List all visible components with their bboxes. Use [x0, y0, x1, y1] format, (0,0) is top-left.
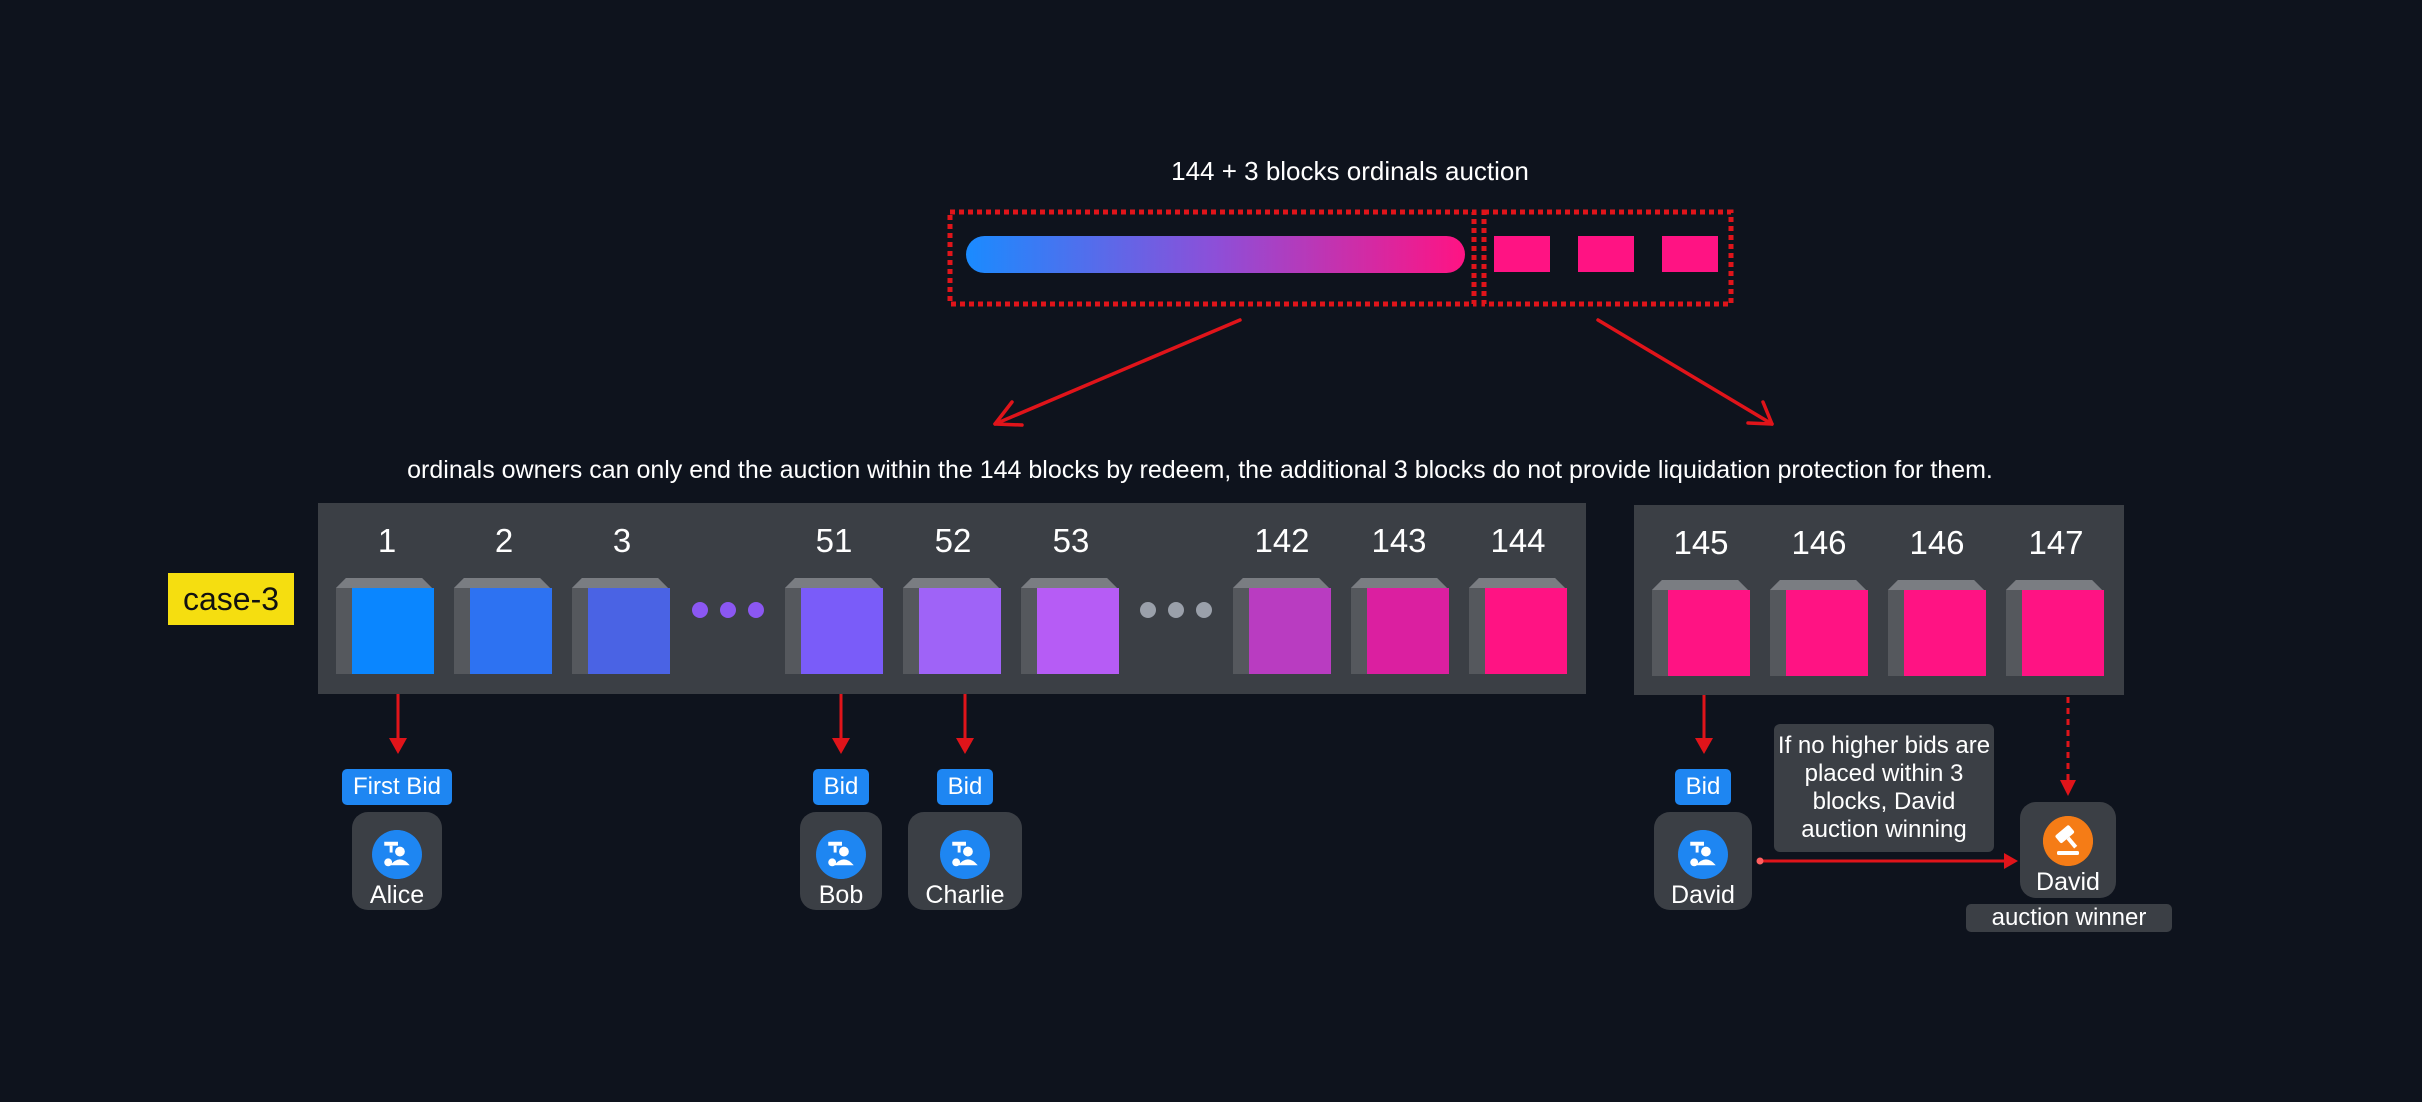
user-card-david: David	[1654, 812, 1752, 910]
overview-144-box	[947, 209, 1477, 307]
gavel-icon	[2043, 816, 2093, 866]
block-cube	[572, 578, 670, 674]
block-cube	[2006, 580, 2104, 676]
block-number: 142	[1254, 522, 1310, 559]
user-card-alice: Alice	[352, 812, 442, 910]
first-bid-tag: First Bid	[342, 769, 452, 805]
user-card-charlie: Charlie	[908, 812, 1022, 910]
user-name: David	[1671, 881, 1735, 909]
ellipsis-dot	[692, 602, 708, 618]
block-number: 3	[612, 522, 632, 559]
block-cube	[785, 578, 883, 674]
ellipsis-dot	[748, 602, 764, 618]
right-arrow	[1596, 318, 1774, 426]
winning-condition-note: If no higher bids are placed within 3 bl…	[1774, 724, 1994, 852]
ellipsis-dot	[1140, 602, 1156, 618]
left-arrow	[993, 318, 1242, 426]
block-cube	[1469, 578, 1567, 674]
case-badge: case-3	[168, 573, 294, 625]
ellipsis-dot	[720, 602, 736, 618]
block-number: 144	[1490, 522, 1546, 559]
block-cube	[1652, 580, 1750, 676]
user-icon	[372, 830, 422, 879]
user-icon	[816, 830, 866, 879]
bid-tag-david: Bid	[1675, 769, 1731, 805]
winner-name: David	[2036, 868, 2100, 896]
block-number: 52	[934, 522, 972, 559]
block-number: 145	[1673, 524, 1729, 561]
user-name: Alice	[369, 881, 425, 909]
user-name: Bob	[818, 881, 864, 909]
block-number: 147	[2028, 524, 2084, 561]
overview-3-box	[1481, 209, 1734, 307]
block-cube	[1233, 578, 1331, 674]
user-name: Charlie	[925, 881, 1005, 909]
extra-block-mini-2	[1578, 236, 1634, 272]
block-cube	[454, 578, 552, 674]
bid-tag-bob: Bid	[813, 769, 869, 805]
block-cube	[336, 578, 434, 674]
diagram-caption: ordinals owners can only end the auction…	[407, 456, 1993, 484]
winner-card: David	[2020, 802, 2116, 898]
user-card-bob: Bob	[800, 812, 882, 910]
144-blocks-bar	[966, 236, 1465, 273]
extra-block-mini-3	[1662, 236, 1718, 272]
extra-block-mini-1	[1494, 236, 1550, 272]
ellipsis-dot	[1168, 602, 1184, 618]
block-cube	[1351, 578, 1449, 674]
block-cube	[1021, 578, 1119, 674]
bid-tag-charlie: Bid	[937, 769, 993, 805]
block-number: 146	[1791, 524, 1847, 561]
block-number: 2	[494, 522, 514, 559]
ellipsis-dot	[1196, 602, 1212, 618]
block-cube	[903, 578, 1001, 674]
user-icon	[940, 830, 990, 879]
block-number: 143	[1371, 522, 1427, 559]
block-cube	[1888, 580, 1986, 676]
block-number: 1	[377, 522, 397, 559]
block-number: 51	[815, 522, 853, 559]
block-cube	[1770, 580, 1868, 676]
block-number: 53	[1052, 522, 1090, 559]
auction-winner-label: auction winner	[1966, 904, 2172, 932]
user-icon	[1678, 830, 1728, 879]
block-number: 146	[1909, 524, 1965, 561]
